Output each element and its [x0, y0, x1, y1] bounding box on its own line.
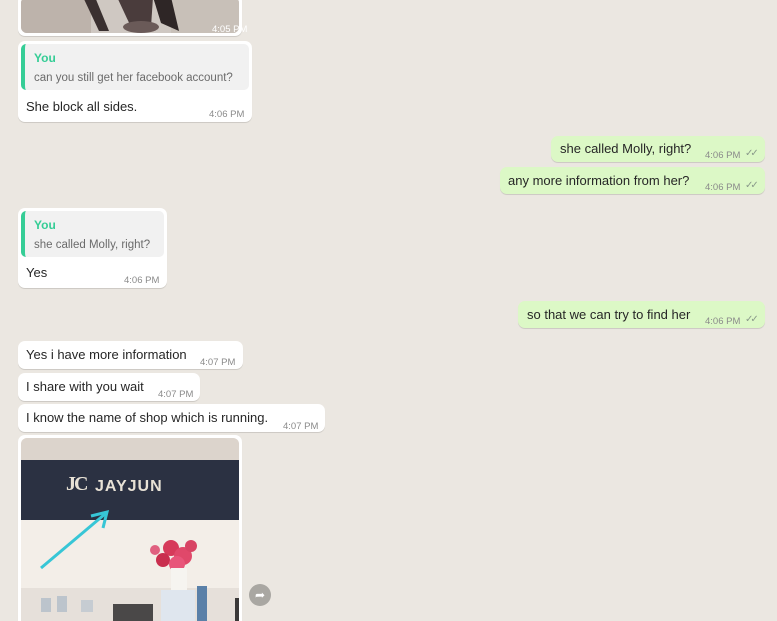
quote-author: You — [34, 218, 56, 232]
message-incoming[interactable]: Yes i have more information 4:07 PM — [18, 341, 243, 369]
photo-image — [21, 0, 239, 33]
double-check-icon: ✓✓ — [745, 180, 759, 191]
message-time: 4:07 PM — [200, 357, 236, 368]
message-time: 4:06 PM — [705, 316, 741, 327]
message-text: I share with you wait — [26, 379, 144, 394]
message-outgoing[interactable]: any more information from her? 4:06 PM ✓… — [500, 167, 765, 194]
photo-thumbnail[interactable] — [21, 0, 239, 33]
message-text: I know the name of shop which is running… — [26, 410, 269, 425]
message-text: she called Molly, right? — [560, 141, 692, 156]
quoted-message[interactable]: You she called Molly, right? — [21, 211, 164, 257]
message-time: 4:06 PM — [705, 182, 741, 193]
chat-panel: 4:05 PM You can you still get her facebo… — [0, 0, 777, 621]
message-incoming[interactable]: You she called Molly, right? Yes 4:06 PM — [18, 208, 167, 288]
quote-text: she called Molly, right? — [34, 239, 151, 251]
message-text: Yes i have more information — [26, 347, 187, 362]
sign-logo: JC — [66, 473, 88, 495]
message-time: 4:06 PM — [209, 109, 245, 120]
quoted-message[interactable]: You can you still get her facebook accou… — [21, 44, 249, 90]
image-message[interactable]: JC JAYJUN — [18, 435, 242, 621]
sign-brand: JAYJUN — [95, 478, 163, 495]
message-incoming[interactable]: I share with you wait 4:07 PM — [18, 373, 200, 401]
double-check-icon: ✓✓ — [745, 314, 759, 325]
message-outgoing[interactable]: so that we can try to find her 4:06 PM ✓… — [518, 301, 765, 328]
message-time: 4:07 PM — [158, 389, 194, 400]
quote-text: can you still get her facebook account? — [34, 72, 233, 84]
photo-image — [21, 438, 239, 621]
message-time: 4:07 PM — [283, 421, 319, 432]
image-message[interactable]: 4:05 PM — [18, 0, 247, 36]
message-incoming[interactable]: You can you still get her facebook accou… — [18, 41, 252, 122]
photo-thumbnail[interactable]: JC JAYJUN — [21, 438, 239, 621]
message-time: 4:06 PM — [124, 275, 160, 286]
message-text: so that we can try to find her — [527, 307, 691, 322]
message-text: She block all sides. — [26, 99, 138, 114]
message-text: any more information from her? — [508, 173, 690, 188]
double-check-icon: ✓✓ — [745, 148, 759, 159]
message-text: Yes — [26, 265, 48, 280]
message-outgoing[interactable]: she called Molly, right? 4:06 PM ✓✓ — [551, 136, 765, 162]
message-time: 4:05 PM — [212, 24, 248, 35]
message-incoming[interactable]: I know the name of shop which is running… — [18, 404, 325, 432]
message-time: 4:06 PM — [705, 150, 741, 161]
quote-author: You — [34, 51, 56, 65]
forward-icon[interactable]: ➦ — [249, 584, 271, 606]
